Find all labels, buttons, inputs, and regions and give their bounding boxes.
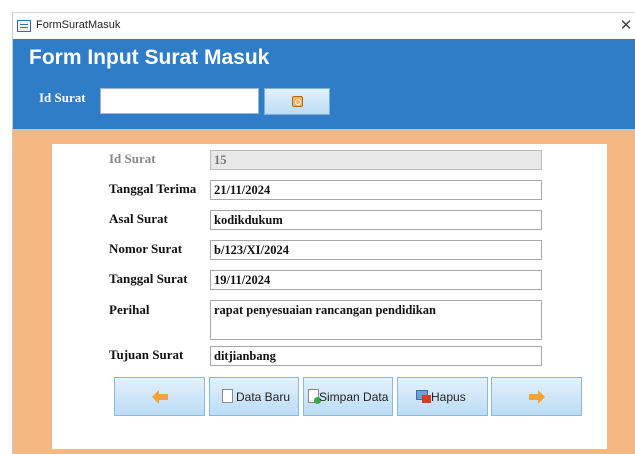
form-header: Form Input Surat Masuk Id Surat bbox=[13, 39, 635, 129]
search-id-input[interactable] bbox=[100, 88, 259, 114]
save-document-icon bbox=[308, 389, 321, 404]
form-panel: Id Surat 15 Tanggal Terima 21/11/2024 As… bbox=[52, 144, 607, 449]
search-id-label: Id Surat bbox=[39, 90, 86, 105]
simpan-data-label: Simpan Data bbox=[319, 390, 389, 404]
hapus-label: Hapus bbox=[431, 390, 466, 404]
app-form-icon bbox=[17, 20, 31, 32]
id-surat-field: 15 bbox=[210, 150, 542, 170]
next-record-button[interactable] bbox=[491, 377, 582, 416]
tanggal-terima-field[interactable]: 21/11/2024 bbox=[210, 180, 542, 200]
new-document-icon bbox=[222, 389, 233, 403]
asal-surat-label: Asal Surat bbox=[109, 211, 168, 226]
data-baru-button[interactable]: Data Baru bbox=[209, 377, 299, 416]
form-window: FormSuratMasuk ✕ Form Input Surat Masuk … bbox=[12, 12, 635, 454]
nomor-surat-label: Nomor Surat bbox=[109, 241, 183, 256]
simpan-data-button[interactable]: Simpan Data bbox=[303, 377, 393, 416]
tanggal-surat-field[interactable]: 19/11/2024 bbox=[210, 270, 542, 290]
perihal-label: Perihal bbox=[109, 302, 150, 317]
perihal-field[interactable]: rapat penyesuaian rancangan pendidikan bbox=[210, 300, 542, 340]
hapus-button[interactable]: Hapus bbox=[397, 377, 488, 416]
tanggal-terima-label: Tanggal Terima bbox=[109, 181, 197, 196]
arrow-left-icon bbox=[152, 390, 168, 404]
page-title: Form Input Surat Masuk bbox=[29, 46, 270, 69]
nomor-surat-field[interactable]: b/123/XI/2024 bbox=[210, 240, 542, 260]
data-baru-label: Data Baru bbox=[236, 390, 291, 404]
previous-record-button[interactable] bbox=[114, 377, 205, 416]
detail-section: Id Surat 15 Tanggal Terima 21/11/2024 As… bbox=[13, 129, 635, 454]
tanggal-surat-label: Tanggal Surat bbox=[109, 271, 188, 286]
search-button[interactable] bbox=[264, 88, 330, 115]
window-title: FormSuratMasuk bbox=[36, 19, 121, 31]
search-icon bbox=[292, 96, 303, 107]
id-surat-label: Id Surat bbox=[109, 151, 156, 166]
asal-surat-field[interactable]: kodikdukum bbox=[210, 210, 542, 230]
title-bar: FormSuratMasuk ✕ bbox=[13, 12, 635, 39]
tujuan-surat-label: Tujuan Surat bbox=[109, 347, 184, 362]
tujuan-surat-field[interactable]: ditjianbang bbox=[210, 346, 542, 366]
close-icon[interactable]: ✕ bbox=[617, 16, 635, 36]
delete-icon bbox=[416, 390, 431, 403]
arrow-right-icon bbox=[529, 390, 545, 404]
